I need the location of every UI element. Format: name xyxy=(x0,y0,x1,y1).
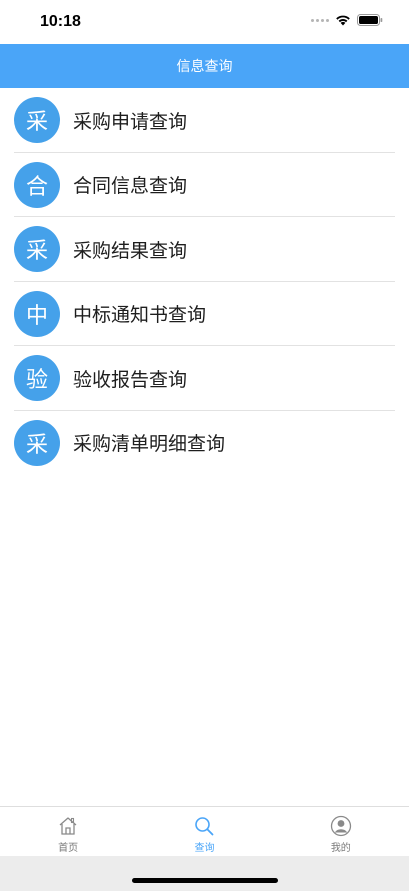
query-list: 采 采购申请查询 合 合同信息查询 采 采购结果查询 中 中标通知书查询 验 验… xyxy=(0,88,409,475)
page-title: 信息查询 xyxy=(176,59,233,75)
home-indicator[interactable] xyxy=(132,878,278,883)
item-label: 采购申请查询 xyxy=(73,110,188,133)
wifi-icon xyxy=(335,14,351,26)
item-label: 合同信息查询 xyxy=(73,175,188,198)
item-badge: 采 xyxy=(14,97,60,144)
list-item-acceptance-report[interactable]: 验 验收报告查询 xyxy=(0,346,409,411)
home-indicator-area xyxy=(0,856,409,891)
item-label: 验收报告查询 xyxy=(73,368,188,391)
navigation-bar: 信息查询 xyxy=(0,44,409,88)
item-badge: 验 xyxy=(14,355,60,402)
list-item-procurement-result[interactable]: 采 采购结果查询 xyxy=(0,217,409,282)
tab-label: 首页 xyxy=(58,843,79,854)
profile-icon xyxy=(330,815,352,837)
item-label: 采购结果查询 xyxy=(73,239,188,262)
status-bar: 10:18 xyxy=(0,0,409,44)
search-icon xyxy=(193,815,215,837)
tab-label: 查询 xyxy=(194,843,215,854)
item-badge: 采 xyxy=(14,226,60,273)
list-item-procurement-application[interactable]: 采 采购申请查询 xyxy=(0,88,409,153)
item-label: 中标通知书查询 xyxy=(73,304,207,327)
item-label: 采购清单明细查询 xyxy=(73,433,226,456)
item-badge: 中 xyxy=(14,290,60,337)
list-item-contract-info[interactable]: 合 合同信息查询 xyxy=(0,153,409,217)
tab-home[interactable]: 首页 xyxy=(0,807,136,856)
item-badge: 采 xyxy=(14,419,60,466)
tab-search[interactable]: 查询 xyxy=(136,807,272,856)
tab-bar: 首页 查询 我的 xyxy=(0,806,409,856)
tab-label: 我的 xyxy=(330,843,351,854)
battery-icon xyxy=(357,14,383,26)
item-badge: 合 xyxy=(14,161,60,208)
list-item-bid-notice[interactable]: 中 中标通知书查询 xyxy=(0,282,409,346)
status-indicators xyxy=(311,14,383,26)
cellular-signal-icon xyxy=(311,18,329,22)
home-icon xyxy=(57,815,79,837)
list-item-procurement-list-detail[interactable]: 采 采购清单明细查询 xyxy=(0,411,409,476)
app-screen: 10:18 信息查询 采 采购申请查询 合 合同信息查询 采 采购结果查询 中 … xyxy=(0,0,409,891)
status-time: 10:18 xyxy=(40,13,81,30)
tab-profile[interactable]: 我的 xyxy=(273,807,409,856)
